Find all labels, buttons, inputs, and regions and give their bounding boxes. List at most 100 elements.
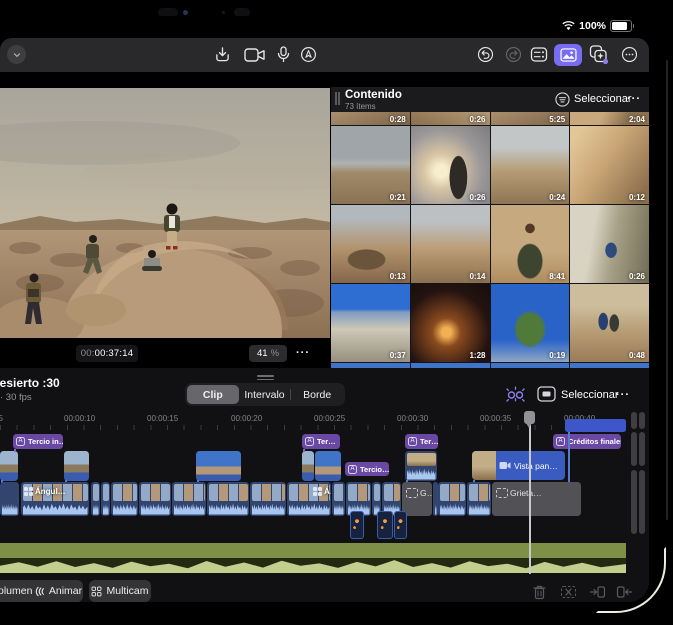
media-browser-button[interactable] [554, 44, 582, 66]
connected-clip-below[interactable] [394, 511, 407, 539]
media-thumbnail[interactable]: 0:19 [490, 284, 570, 362]
connected-clip[interactable] [302, 451, 314, 481]
connected-clip-below[interactable] [377, 511, 393, 539]
undo-button[interactable] [477, 46, 494, 63]
title-badge-icon: A [305, 437, 315, 446]
title-clip[interactable]: A Ter… [405, 434, 438, 449]
timecode-display: 00: 00:37:14 [76, 345, 138, 362]
record-video-button[interactable] [244, 48, 266, 62]
app-toolbar [0, 38, 649, 72]
delete-clip-button[interactable] [532, 584, 547, 600]
media-thumbnail[interactable]: 0:21 [331, 126, 410, 204]
import-button[interactable] [214, 46, 231, 63]
zoom-level-control[interactable]: 41% [249, 345, 287, 362]
video-preview[interactable] [0, 88, 330, 338]
connected-clip[interactable] [64, 451, 89, 481]
media-thumbnail[interactable]: 5:25 [490, 112, 570, 125]
timeline-panel: Desierto :30 · 30 fps Clip Intervalo Bor… [0, 368, 649, 602]
connected-clip-vista[interactable]: Vista pan… [472, 451, 565, 480]
timeline-index-button[interactable] [530, 46, 548, 63]
playhead-line[interactable] [529, 411, 531, 574]
animate-button[interactable]: Animar [33, 580, 83, 602]
desert-scene [0, 88, 330, 338]
connected-clip-below[interactable] [350, 511, 364, 539]
timeline-clip[interactable] [250, 482, 286, 516]
tab-clip[interactable]: Clip [187, 385, 239, 404]
timeline-clip[interactable] [0, 482, 19, 516]
timeline-clip[interactable] [467, 482, 491, 516]
overview-icon [537, 386, 556, 402]
timeline-more-button[interactable]: ··· [616, 389, 630, 401]
timeline-clip-multicam[interactable]: Á… [287, 482, 331, 516]
title-clip[interactable]: A Tercio… [345, 462, 389, 476]
connection-stub [303, 449, 305, 452]
timeline-clip[interactable] [438, 482, 466, 516]
title-clip[interactable]: A Ter… [302, 434, 340, 449]
media-thumbnail[interactable]: 0:26 [410, 112, 490, 125]
media-thumbnail[interactable]: 0:12 [570, 126, 649, 204]
ruler-label: 00:00:10 [64, 414, 96, 423]
battery-icon [610, 20, 634, 32]
timeline-scrollbar[interactable] [631, 470, 637, 534]
magnetic-timeline-button[interactable] [505, 385, 526, 403]
multicam-button[interactable]: Multicam [89, 580, 151, 602]
title-clip[interactable]: A Tercio in… [13, 434, 63, 449]
media-thumbnail[interactable]: 0:37 [331, 284, 410, 362]
wifi-icon [562, 21, 575, 31]
filter-button[interactable] [555, 92, 570, 107]
browser-more-button[interactable]: ··· [627, 93, 641, 105]
timeline-scrollbar[interactable] [631, 412, 637, 429]
collapse-toolbar-button[interactable] [7, 45, 26, 64]
timeline-clip-multicam[interactable]: Ángul… [21, 482, 89, 516]
media-thumbnail[interactable]: 0:13 [331, 205, 410, 283]
timeline-clip[interactable] [111, 482, 138, 516]
record-voiceover-button[interactable] [277, 46, 290, 63]
media-thumbnail[interactable]: 0:24 [490, 126, 570, 204]
more-options-button[interactable] [621, 46, 638, 63]
effects-badge-dot [603, 59, 608, 64]
playhead-handle[interactable] [524, 411, 535, 428]
tab-borde[interactable]: Borde [291, 385, 343, 404]
connected-audio-clip[interactable] [565, 419, 626, 432]
timeline-clip-placeholder[interactable]: G… [402, 482, 432, 516]
timeline-overview-button[interactable] [537, 386, 556, 402]
clip-duration: 0:19 [549, 351, 566, 360]
timeline-scrollbar[interactable] [639, 470, 645, 534]
timeline-clip[interactable] [332, 482, 345, 516]
timeline-select-button[interactable]: Seleccionar [561, 389, 618, 401]
music-audio-track[interactable] [0, 543, 626, 573]
split-clip-button[interactable] [560, 584, 577, 600]
annotate-button[interactable] [300, 46, 317, 63]
media-thumbnail[interactable]: 1:28 [410, 284, 490, 362]
sensor-dot [222, 11, 225, 14]
connected-clip[interactable] [196, 451, 241, 481]
title-clip-label: Ter… [317, 437, 336, 446]
timeline-scrollbar[interactable] [639, 432, 645, 466]
timeline-clip[interactable] [139, 482, 171, 516]
browser-select-button[interactable]: Seleccionar [574, 93, 631, 105]
timeline-clip[interactable] [207, 482, 249, 516]
media-thumbnail[interactable]: 0:14 [410, 205, 490, 283]
tab-intervalo[interactable]: Intervalo [239, 385, 291, 404]
title-clip[interactable]: A Créditos finales [553, 434, 621, 449]
media-thumbnail[interactable]: 8:41 [490, 205, 570, 283]
media-thumbnail[interactable]: 0:28 [331, 112, 410, 125]
timeline-scrollbar[interactable] [639, 412, 645, 429]
battery-percent: 100% [579, 20, 606, 32]
connected-clip[interactable] [315, 451, 341, 481]
timeline-clip[interactable] [101, 482, 110, 516]
media-thumbnail[interactable]: 2:04 [570, 112, 649, 125]
media-thumbnail[interactable]: 0:48 [570, 284, 649, 362]
placeholder-icon [406, 488, 418, 498]
effects-button[interactable] [588, 44, 608, 64]
connected-clip[interactable] [405, 451, 437, 481]
connected-clip[interactable] [0, 451, 18, 481]
timeline-clip[interactable] [172, 482, 206, 516]
timeline-clip-placeholder[interactable]: Grieta… [492, 482, 581, 516]
timeline-clip[interactable] [91, 482, 100, 516]
timeline-scrollbar[interactable] [631, 432, 637, 466]
media-thumbnail[interactable]: 0:26 [410, 126, 490, 204]
media-thumbnail[interactable]: 0:26 [570, 205, 649, 283]
viewer-more-button[interactable]: ··· [296, 347, 310, 359]
redo-button[interactable] [505, 46, 522, 63]
